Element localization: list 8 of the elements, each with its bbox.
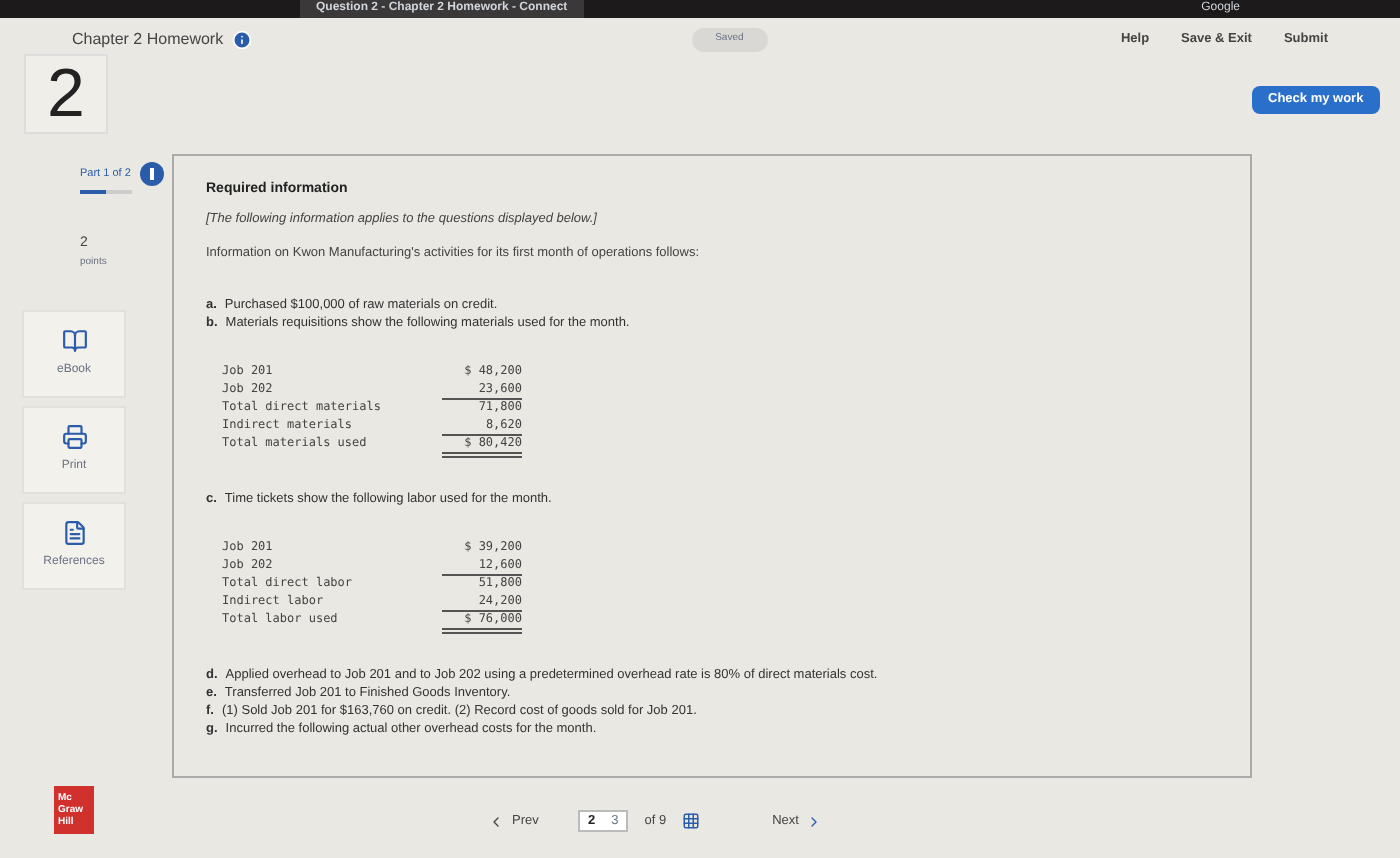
print-icon <box>61 424 87 451</box>
info-icon[interactable] <box>231 30 252 50</box>
book-icon <box>61 328 87 355</box>
chevron-left-icon <box>488 813 504 829</box>
assignment-title: Chapter 2 Homework <box>72 28 224 52</box>
question-number: 2 <box>24 54 108 134</box>
grid-icon[interactable] <box>682 812 701 830</box>
doc-icon <box>61 520 87 547</box>
